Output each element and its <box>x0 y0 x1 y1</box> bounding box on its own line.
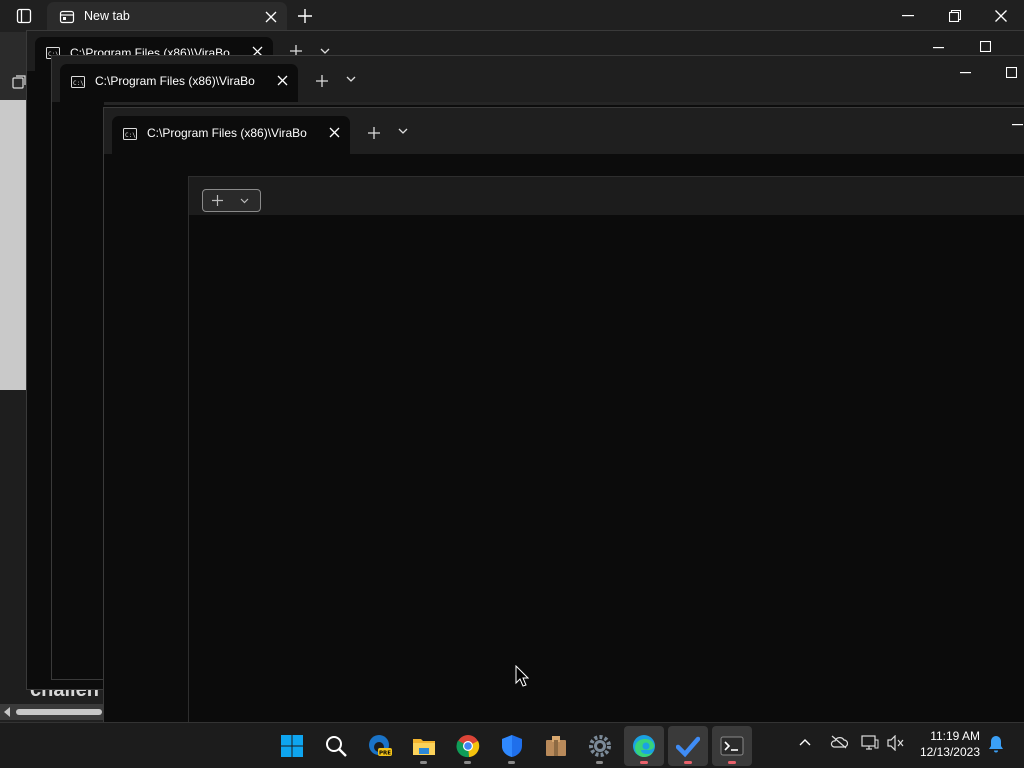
search-icon[interactable] <box>316 726 356 766</box>
running-indicator <box>464 761 471 764</box>
plus-icon[interactable] <box>212 195 223 206</box>
chrome-icon[interactable] <box>448 726 488 766</box>
taskbar: PRE 11:19 AM 12/13/2023 <box>0 722 1024 768</box>
running-indicator <box>684 761 692 764</box>
terminal-titlebar: C:\ C:\Program Files (x86)\ViraBo <box>104 108 1024 154</box>
svg-text:C:\: C:\ <box>125 132 136 139</box>
close-tab-icon[interactable] <box>265 11 277 23</box>
terminal-titlebar: C:\ C:\Program Files (x86)\ViraBo <box>52 56 1024 102</box>
todo-checkmark-icon[interactable] <box>668 726 708 766</box>
edge-tab-title: New tab <box>84 9 130 23</box>
running-indicator <box>728 761 736 764</box>
new-tab-plus-icon[interactable] <box>297 8 313 24</box>
maximize-icon[interactable] <box>1006 67 1017 78</box>
minimize-icon[interactable] <box>902 15 914 17</box>
horizontal-scrollbar[interactable] <box>0 704 105 720</box>
close-tab-icon[interactable] <box>277 75 288 86</box>
edge-preview-icon[interactable]: PRE <box>360 726 400 766</box>
chevron-down-icon[interactable] <box>398 128 408 134</box>
terminal-inner-pane[interactable] <box>188 176 1024 722</box>
tab-actions-icon[interactable] <box>16 8 32 24</box>
new-tab-plus-icon[interactable] <box>368 127 380 139</box>
close-window-icon[interactable] <box>995 10 1007 22</box>
maximize-icon[interactable] <box>980 41 991 52</box>
collections-icon[interactable] <box>12 75 26 89</box>
terminal-tab[interactable]: C:\ C:\Program Files (x86)\ViraBo <box>60 64 298 102</box>
chevron-down-icon[interactable] <box>320 48 330 54</box>
terminal-divider <box>104 102 1024 105</box>
minimize-icon[interactable] <box>1012 124 1023 126</box>
minimize-icon[interactable] <box>933 47 944 49</box>
chevron-up-icon[interactable] <box>799 738 811 746</box>
terminal-tab-title: C:\Program Files (x86)\ViraBo <box>95 74 255 88</box>
svg-text:PRE: PRE <box>379 751 391 757</box>
defender-shield-icon[interactable] <box>492 726 532 766</box>
new-tab-icon <box>59 9 75 25</box>
system-clock[interactable]: 11:19 AM 12/13/2023 <box>920 728 980 760</box>
chevron-down-icon[interactable] <box>346 76 356 82</box>
network-icon[interactable] <box>861 735 879 751</box>
terminal-tab-title: C:\Program Files (x86)\ViraBo <box>147 126 307 140</box>
cmd-icon: C:\ <box>71 76 85 88</box>
running-indicator <box>420 761 427 764</box>
file-explorer-icon[interactable] <box>404 726 444 766</box>
inner-pane-titlebar <box>189 177 1024 215</box>
settings-gear-icon[interactable] <box>580 726 620 766</box>
chevron-down-icon[interactable] <box>240 198 249 204</box>
terminal-icon[interactable] <box>712 726 752 766</box>
edge-tab-new-tab[interactable]: New tab <box>47 2 287 32</box>
new-tab-plus-icon[interactable] <box>316 75 328 87</box>
svg-text:C:\: C:\ <box>73 80 84 87</box>
edge-icon[interactable] <box>624 726 664 766</box>
clock-date: 12/13/2023 <box>919 745 980 759</box>
package-icon[interactable] <box>536 726 576 766</box>
running-indicator <box>640 761 648 764</box>
volume-muted-icon[interactable] <box>887 735 905 751</box>
clock-time: 11:19 AM <box>930 729 980 743</box>
notification-bell-icon[interactable] <box>988 735 1004 753</box>
running-indicator <box>508 761 515 764</box>
mouse-cursor-icon <box>515 665 529 687</box>
minimize-icon[interactable] <box>960 72 971 74</box>
restore-icon[interactable] <box>949 10 961 22</box>
running-indicator <box>596 761 603 764</box>
new-tab-split-button[interactable] <box>202 189 261 212</box>
close-tab-icon[interactable] <box>329 127 340 138</box>
cmd-icon: C:\ <box>123 128 137 140</box>
terminal-tab[interactable]: C:\ C:\Program Files (x86)\ViraBo <box>112 116 350 154</box>
edge-tabstrip: New tab <box>0 0 1024 32</box>
onedrive-offline-icon[interactable] <box>830 735 848 749</box>
start-button[interactable] <box>272 726 312 766</box>
scrollbar-thumb[interactable] <box>16 709 102 715</box>
scroll-left-icon[interactable] <box>3 707 11 717</box>
